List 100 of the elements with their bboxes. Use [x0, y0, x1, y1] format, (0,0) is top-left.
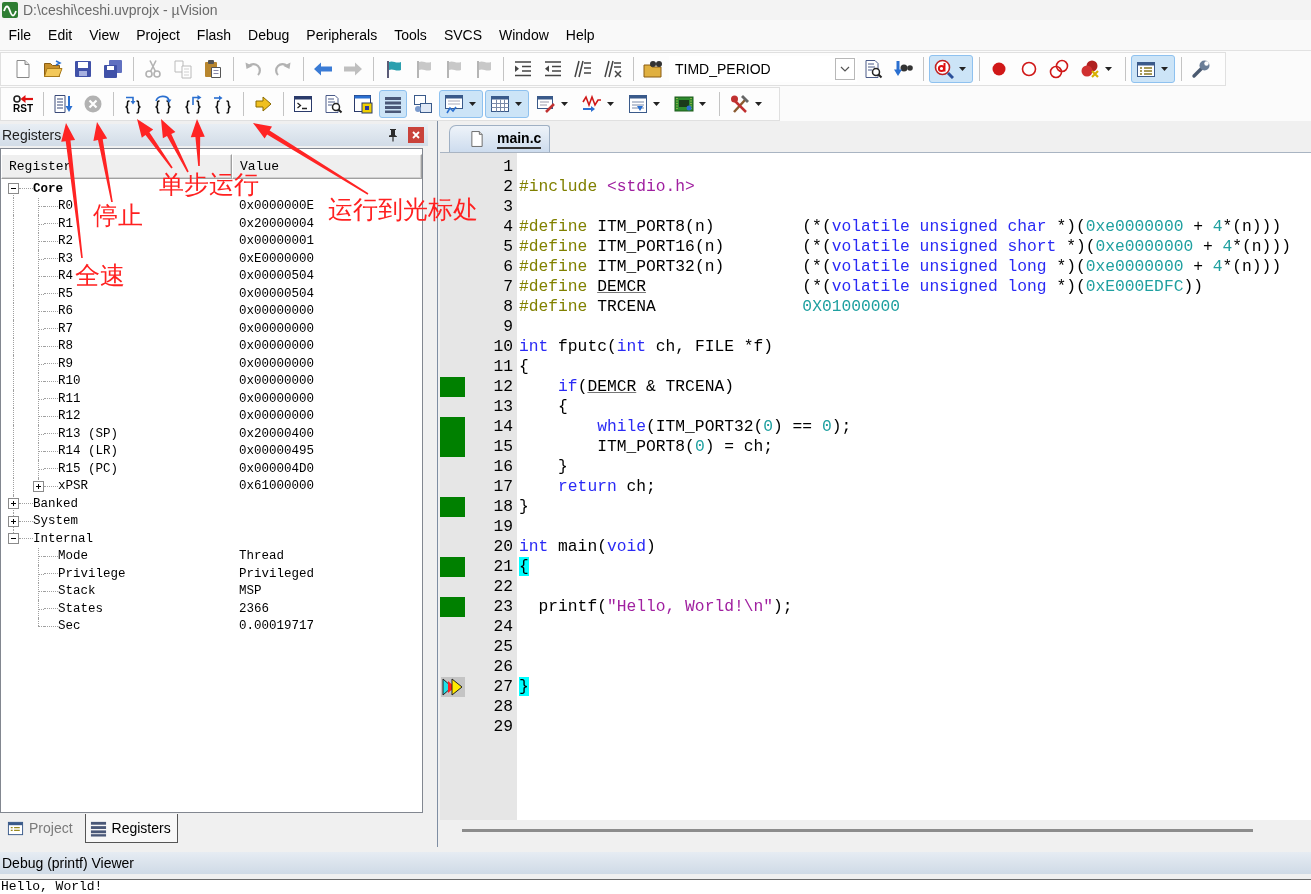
panel-tab[interactable]: Project — [2, 814, 80, 843]
menu-item[interactable]: View — [80, 24, 128, 46]
code-line: #define ITM_PORT32(n) (*(volatile unsigned long *)(0xe0000000 + 4*(n))) — [519, 257, 1282, 277]
grid-window-icon — [490, 94, 510, 114]
menu-item[interactable]: Peripherals — [297, 24, 386, 46]
register-name: Stack — [58, 584, 96, 599]
annotation-arrow — [137, 119, 173, 169]
window-layout-button[interactable] — [1131, 55, 1175, 83]
caret-icon — [959, 67, 966, 71]
menu-item[interactable]: Window — [490, 24, 558, 46]
file-tab[interactable]: main.c — [449, 125, 551, 152]
menu-item[interactable]: Edit — [39, 24, 81, 46]
close-icon — [412, 131, 420, 139]
line-number: 26 — [493, 657, 513, 677]
register-name: Banked — [33, 496, 78, 511]
line-number: 4 — [503, 217, 513, 237]
caret-icon — [607, 102, 614, 106]
menu-item[interactable]: SVCS — [435, 24, 491, 46]
folder-icon — [43, 59, 63, 79]
plus-box-icon[interactable] — [7, 515, 19, 527]
register-name: R2 — [58, 234, 73, 249]
menu-item[interactable]: Project — [127, 24, 189, 46]
panel-title-bar: Debug (printf) Viewer — [0, 852, 1311, 874]
plus-box-icon[interactable] — [32, 480, 44, 492]
panel-tab[interactable]: Registers — [84, 814, 178, 843]
register-name: States — [58, 601, 103, 616]
code-line: #define ITM_PORT8(n) (*(volatile unsigned char *)(0xe0000000 + 4*(n))) — [519, 217, 1282, 237]
braces-arrow-icon — [213, 94, 233, 114]
line-number: 2 — [503, 177, 513, 197]
console-output: Hello, World! — [0, 880, 103, 894]
minus-box-icon[interactable] — [7, 183, 19, 195]
code-line: while(ITM_PORT32(0) == 0); — [596, 417, 852, 437]
caret-icon — [1105, 67, 1112, 71]
line-number: 28 — [493, 697, 513, 717]
plug-arrow-icon — [13, 94, 33, 104]
register-name: System — [33, 514, 78, 529]
pin-icon — [388, 128, 398, 142]
code-line: #define TRCENA 0X01000000 — [519, 297, 901, 317]
line-number: 6 — [503, 257, 513, 277]
memory-button[interactable] — [485, 90, 529, 118]
line-number: 18 — [493, 497, 513, 517]
debug-session-button[interactable] — [929, 55, 973, 83]
window-chart-icon — [444, 94, 464, 114]
register-value: 0x00000000 — [239, 339, 314, 354]
register-name: R10 — [58, 374, 81, 389]
plus-box-icon[interactable] — [7, 498, 19, 510]
circuit-board-icon — [674, 94, 694, 114]
window-list-icon — [7, 819, 24, 837]
reset-button[interactable]: RST — [9, 90, 37, 118]
register-value: 0x00000000 — [239, 409, 314, 424]
line-number: 7 — [503, 277, 513, 297]
line-number: 8 — [503, 297, 513, 317]
register-value: 0x000004D0 — [239, 461, 314, 476]
pages-icon — [173, 59, 193, 79]
menu-item[interactable]: File — [0, 24, 40, 46]
register-value: 0x00000495 — [239, 444, 314, 459]
page-down-arrow-icon — [53, 94, 73, 114]
line-number: 16 — [493, 457, 513, 477]
window-pen-icon — [536, 94, 556, 114]
menu-item[interactable]: Help — [557, 24, 604, 46]
braces-arrow-icon — [123, 94, 143, 114]
code-line: { — [557, 397, 568, 417]
line-number: 5 — [503, 237, 513, 257]
register-value: 0x20000004 — [239, 216, 314, 231]
register-name: xPSR — [58, 479, 88, 494]
caret-icon — [469, 102, 476, 106]
code-line: { — [519, 357, 529, 377]
annotation-label: 全速 — [75, 264, 125, 288]
watch-button[interactable] — [439, 90, 483, 118]
line-number: 22 — [493, 577, 513, 597]
minus-box-icon[interactable] — [7, 533, 19, 545]
code-line: ITM_PORT8(0) = ch; — [596, 437, 774, 457]
register-name: R6 — [58, 304, 73, 319]
menu-item[interactable]: Debug — [239, 24, 298, 46]
window-title: D:\ceshi\ceshi.uvprojx - µVision — [23, 1, 218, 19]
code-line: #define ITM_PORT16(n) (*(volatile unsigned short *)(0xe0000000 + 4*(n))) — [519, 237, 1291, 257]
close-button[interactable] — [408, 127, 424, 143]
caret-icon — [1161, 67, 1168, 71]
hammer-wrench-icon — [730, 94, 750, 114]
rings-icon — [1049, 59, 1069, 79]
register-name: R7 — [58, 321, 73, 336]
register-value: 0x61000000 — [239, 479, 314, 494]
line-number: 10 — [493, 337, 513, 357]
registers-button[interactable] — [379, 90, 407, 118]
scrollbar-thumb[interactable] — [462, 829, 1253, 832]
line-number: 9 — [503, 317, 513, 337]
menu-item[interactable]: Flash — [188, 24, 240, 46]
slashes-lines-icon — [573, 59, 593, 79]
register-value: 0xE0000000 — [239, 251, 314, 266]
register-value: 0.00019717 — [239, 619, 314, 634]
pin-button[interactable] — [386, 127, 400, 143]
register-value: Privileged — [239, 566, 314, 581]
register-value: 0x00000504 — [239, 269, 314, 284]
line-number: 29 — [493, 717, 513, 737]
code-line: int fputc(int ch, FILE *f) — [519, 337, 774, 357]
register-name: R8 — [58, 339, 73, 354]
line-number: 3 — [503, 197, 513, 217]
floppy-disks-icon — [103, 59, 123, 79]
menu-item[interactable]: Tools — [385, 24, 436, 46]
register-name: R9 — [58, 356, 73, 371]
